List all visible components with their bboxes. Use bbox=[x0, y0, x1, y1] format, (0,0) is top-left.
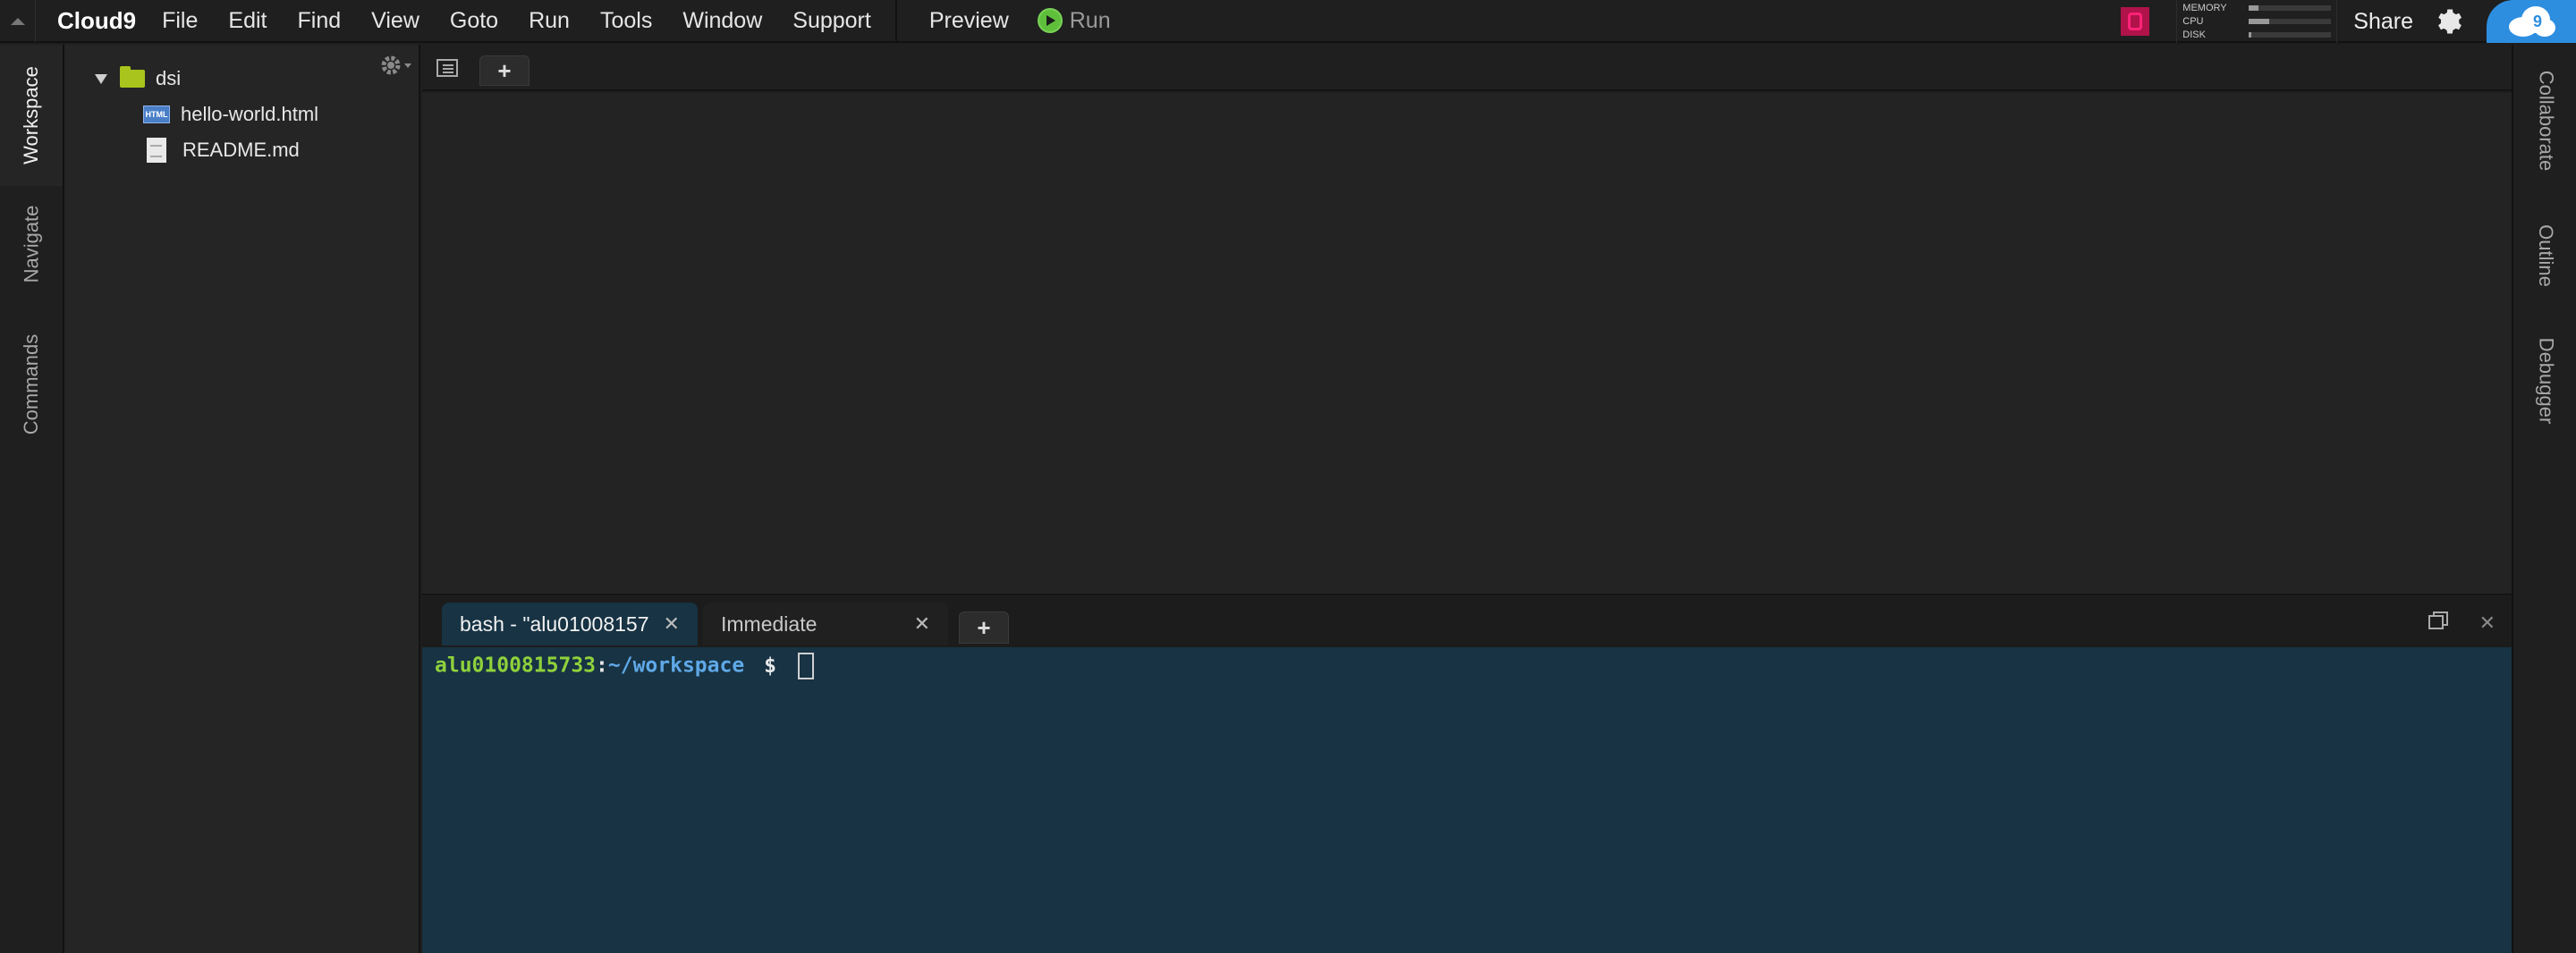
menu-goto[interactable]: Goto bbox=[435, 0, 513, 42]
new-editor-tab-button[interactable]: + bbox=[479, 55, 530, 86]
memory-label: MEMORY bbox=[2182, 3, 2227, 14]
list-menu-icon bbox=[436, 59, 458, 77]
tab-bash[interactable]: bash - "alu01008157 ✕ bbox=[442, 603, 698, 645]
html-file-icon: HTML bbox=[143, 105, 170, 123]
tab-outline-label: Outline bbox=[2535, 224, 2557, 287]
prompt-path: ~/workspace bbox=[607, 654, 745, 678]
tab-debugger-label: Debugger bbox=[2535, 337, 2558, 425]
terminal-cursor bbox=[797, 653, 814, 679]
tree-file-label: README.md bbox=[182, 139, 300, 161]
collapse-menubar-button[interactable] bbox=[0, 0, 36, 42]
close-console-icon[interactable]: ✕ bbox=[2479, 611, 2496, 635]
menu-window[interactable]: Window bbox=[667, 0, 777, 42]
menu-view[interactable]: View bbox=[356, 0, 435, 42]
menu-file[interactable]: File bbox=[147, 0, 213, 42]
tab-workspace-label: Workspace bbox=[20, 66, 43, 164]
folder-icon bbox=[120, 66, 145, 88]
run-button[interactable]: Run bbox=[1027, 0, 1122, 42]
preview-button[interactable]: Preview bbox=[911, 0, 1027, 42]
memory-meter: MEMORY bbox=[2182, 3, 2332, 14]
brand-menu[interactable]: Cloud9 bbox=[57, 7, 136, 35]
tab-outline[interactable]: Outline bbox=[2513, 206, 2576, 306]
tree-folder-dsi[interactable]: dsi bbox=[95, 61, 181, 97]
collaborator-avatar[interactable] bbox=[2121, 7, 2150, 36]
menu-run[interactable]: Run bbox=[513, 0, 585, 42]
tree-file-readme[interactable]: README.md bbox=[143, 132, 300, 168]
tree-folder-label: dsi bbox=[156, 67, 182, 89]
menu-support[interactable]: Support bbox=[777, 0, 886, 42]
disk-label: DISK bbox=[2182, 29, 2206, 40]
menubar-divider bbox=[894, 0, 897, 42]
tab-navigate-label: Navigate bbox=[20, 205, 42, 283]
tree-file-hello-world[interactable]: HTML hello-world.html bbox=[143, 97, 318, 132]
terminal-output[interactable]: alu0100815733:~/workspace $ bbox=[422, 647, 2512, 953]
maximize-console-button[interactable] bbox=[2428, 610, 2449, 636]
editor-area[interactable] bbox=[422, 93, 2512, 595]
chevron-up-icon bbox=[10, 18, 25, 25]
prompt-sign: $ bbox=[764, 654, 776, 678]
menu-find[interactable]: Find bbox=[283, 0, 357, 42]
close-icon[interactable]: ✕ bbox=[914, 612, 930, 636]
cloud9-logo[interactable]: 9 bbox=[2487, 0, 2576, 43]
run-button-label: Run bbox=[1069, 7, 1111, 33]
text-file-icon bbox=[147, 138, 166, 163]
left-panel-bar: Workspace Navigate Commands bbox=[0, 45, 64, 953]
tab-collaborate[interactable]: Collaborate bbox=[2513, 54, 2576, 188]
prompt-user: alu0100815733 bbox=[435, 654, 597, 678]
tab-collaborate-label: Collaborate bbox=[2535, 70, 2558, 172]
expand-arrow-icon[interactable] bbox=[95, 73, 107, 84]
gear-icon bbox=[2438, 9, 2462, 34]
resource-meters[interactable]: MEMORY CPU DISK bbox=[2176, 0, 2338, 43]
cloud-icon: 9 bbox=[2509, 6, 2555, 37]
restore-window-icon bbox=[2428, 611, 2448, 629]
cpu-label: CPU bbox=[2182, 15, 2204, 27]
cpu-meter: CPU bbox=[2182, 15, 2332, 27]
tab-commands-label: Commands bbox=[20, 333, 43, 435]
menubar: Cloud9 File Edit Find View Goto Run Tool… bbox=[0, 0, 2576, 43]
menu-tools[interactable]: Tools bbox=[585, 0, 667, 42]
gear-dropdown-icon bbox=[381, 55, 411, 75]
tab-immediate-label: Immediate bbox=[721, 611, 818, 636]
tab-commands[interactable]: Commands bbox=[0, 313, 63, 456]
tab-bash-label: bash - "alu01008157 bbox=[460, 611, 649, 636]
tab-debugger[interactable]: Debugger bbox=[2513, 309, 2576, 452]
tab-immediate[interactable]: Immediate ✕ bbox=[703, 603, 948, 645]
right-panel-bar: Collaborate Outline Debugger bbox=[2512, 45, 2576, 953]
plus-icon: + bbox=[977, 613, 991, 641]
share-button[interactable]: Share bbox=[2337, 9, 2428, 35]
editor-tab-bar: + bbox=[422, 45, 2512, 91]
disk-meter: DISK bbox=[2182, 29, 2332, 40]
menu-edit[interactable]: Edit bbox=[213, 0, 282, 42]
tree-file-label: hello-world.html bbox=[181, 103, 319, 125]
play-icon bbox=[1037, 8, 1063, 33]
tree-settings-button[interactable] bbox=[377, 52, 413, 83]
close-icon[interactable]: ✕ bbox=[664, 612, 680, 636]
plus-icon: + bbox=[497, 56, 512, 84]
new-terminal-tab-button[interactable]: + bbox=[959, 611, 1009, 644]
console-tab-bar: bash - "alu01008157 ✕ Immediate ✕ + ✕ bbox=[422, 597, 2512, 647]
svg-text:9: 9 bbox=[2533, 13, 2542, 30]
file-tree-panel: dsi HTML hello-world.html README.md bbox=[64, 45, 420, 953]
editor-tab-menu-button[interactable] bbox=[435, 55, 460, 80]
tab-navigate[interactable]: Navigate bbox=[0, 188, 63, 300]
preferences-button[interactable] bbox=[2428, 0, 2467, 43]
prompt-separator: : bbox=[596, 654, 608, 678]
tab-workspace[interactable]: Workspace bbox=[0, 45, 63, 186]
